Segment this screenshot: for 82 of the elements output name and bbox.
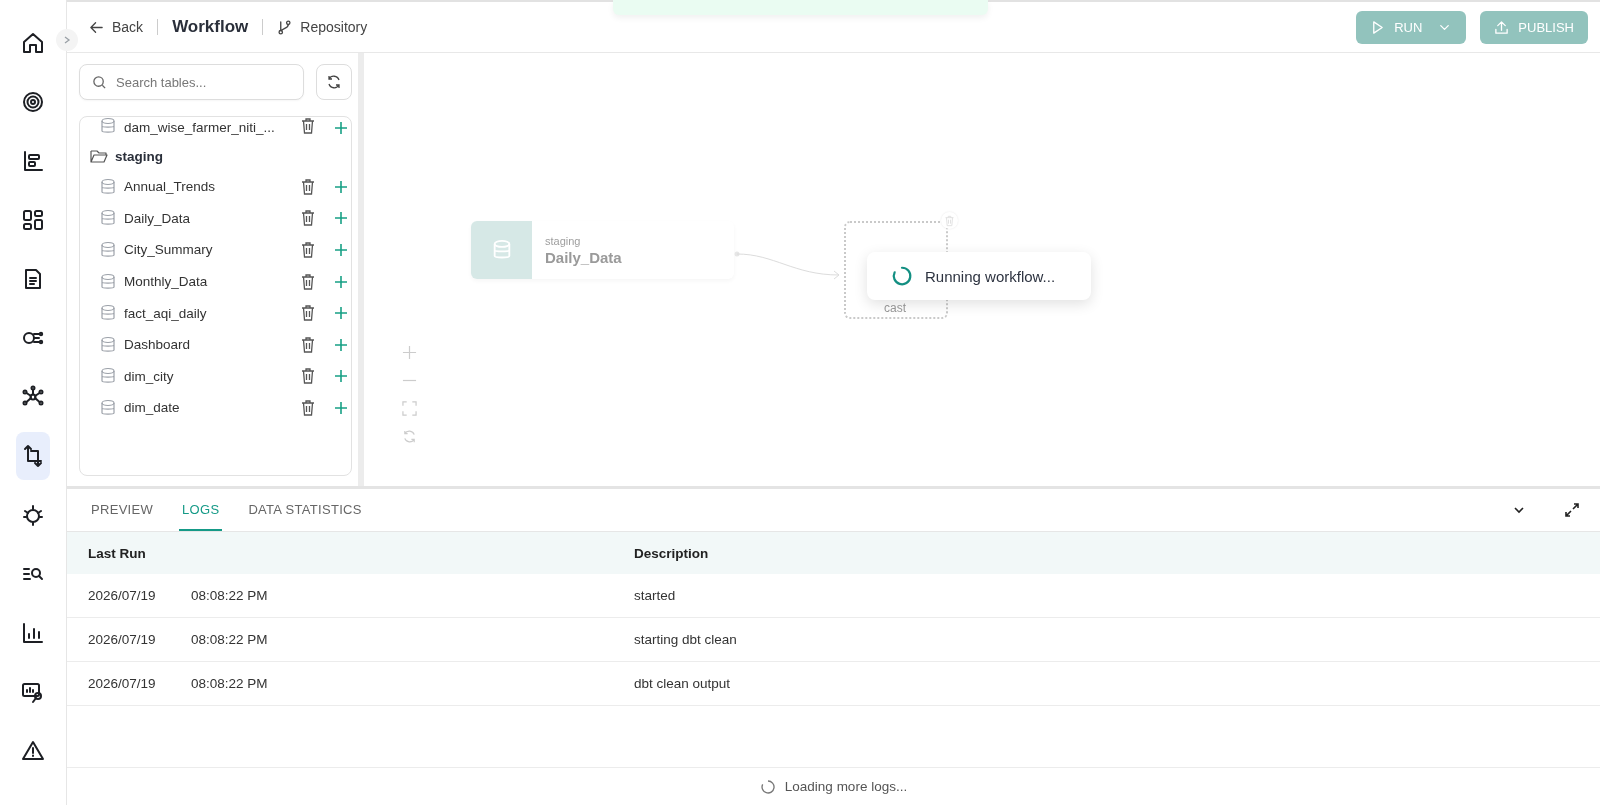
- table-name[interactable]: Dashboard: [124, 337, 292, 353]
- search-icon: [92, 75, 107, 90]
- branch-icon: [277, 19, 293, 35]
- sidebar-item[interactable]: [16, 432, 50, 480]
- database-icon: [100, 335, 116, 354]
- trash-icon[interactable]: [300, 367, 316, 386]
- add-icon[interactable]: [334, 121, 348, 135]
- home-icon: [21, 31, 45, 55]
- refresh-button[interactable]: [316, 64, 352, 100]
- chart-icon: [21, 621, 45, 645]
- database-icon: [100, 367, 116, 386]
- status-text: Running workflow...: [925, 267, 1056, 285]
- database-icon: [100, 209, 116, 228]
- date-cell-text: 2026/07/19: [88, 632, 157, 647]
- database-icon: [100, 304, 116, 323]
- table-name[interactable]: Monthly_Data: [124, 274, 292, 290]
- add-icon[interactable]: [334, 243, 348, 257]
- folder-name[interactable]: staging: [115, 148, 163, 164]
- back-button[interactable]: Back: [89, 19, 144, 35]
- add-icon[interactable]: [334, 400, 348, 415]
- column-header: Last Run: [88, 545, 147, 561]
- repository-link[interactable]: Repository: [277, 19, 368, 35]
- tab[interactable]: PREVIEW: [88, 489, 157, 531]
- page-title: Workflow: [172, 17, 249, 37]
- time-cell: 08:08:22 PM: [191, 632, 268, 647]
- trash-icon[interactable]: [300, 272, 316, 291]
- time-cell: 08:08:22 PM: [191, 588, 268, 603]
- trash-icon[interactable]: [300, 209, 316, 228]
- database-icon: [100, 398, 116, 417]
- spinner-icon: [759, 778, 776, 795]
- add-icon[interactable]: [334, 211, 348, 226]
- database-icon: [100, 117, 116, 135]
- description-cell: started: [634, 588, 676, 603]
- trash-icon[interactable]: [300, 335, 316, 354]
- add-icon[interactable]: [334, 369, 348, 384]
- upload-icon: [1494, 19, 1510, 35]
- trash-icon[interactable]: [300, 304, 316, 323]
- table-name[interactable]: Annual_Trends: [124, 179, 292, 195]
- refresh-icon: [326, 74, 342, 90]
- expand-icon[interactable]: [1564, 502, 1580, 518]
- target-icon: [21, 90, 45, 114]
- transform-icon: [21, 444, 45, 468]
- trash-icon[interactable]: [300, 117, 316, 135]
- database-icon: [100, 241, 116, 259]
- expand-toggle[interactable]: [56, 29, 78, 51]
- add-icon[interactable]: [334, 179, 348, 194]
- table-name[interactable]: dim_date: [124, 400, 292, 416]
- date-cell-text: 2026/07/19: [88, 588, 157, 603]
- trash-icon[interactable]: [300, 177, 316, 196]
- node-label: cast: [884, 301, 906, 315]
- bars-icon: [21, 149, 45, 173]
- description-cell: starting dbt clean: [634, 632, 737, 647]
- monitor-search-icon: [21, 680, 45, 704]
- table-name[interactable]: Daily_Data: [124, 210, 292, 226]
- trash-icon[interactable]: [300, 398, 316, 417]
- add-icon[interactable]: [334, 337, 348, 352]
- grid-icon: [21, 208, 45, 232]
- table-name[interactable]: City_Summary: [124, 242, 292, 258]
- node-schema: staging: [545, 234, 582, 247]
- database-icon: [100, 177, 116, 196]
- warning-icon: [21, 739, 45, 763]
- database-icon: [491, 239, 512, 261]
- tab[interactable]: DATA STATISTICS: [245, 489, 365, 531]
- add-icon[interactable]: [334, 274, 348, 289]
- table-name[interactable]: dim_city: [124, 368, 292, 384]
- spinner-icon: [891, 265, 913, 287]
- trash-icon[interactable]: [300, 241, 316, 259]
- column-header: Description: [634, 545, 709, 561]
- date-cell-text: 2026/07/19: [88, 676, 157, 691]
- node-name: Daily_Data: [545, 248, 622, 266]
- table-name[interactable]: fact_aqi_daily: [124, 305, 292, 321]
- table-name[interactable]: dam_wise_farmer_niti_...: [124, 120, 292, 135]
- database-icon: [100, 272, 116, 291]
- time-cell: 08:08:22 PM: [191, 676, 268, 691]
- search-field[interactable]: Search tables...: [79, 64, 304, 100]
- add-icon[interactable]: [334, 306, 348, 321]
- arrow-left-icon: [89, 19, 104, 35]
- loading-text: Loading more logs...: [784, 779, 908, 794]
- description-cell: dbt clean output: [634, 676, 731, 691]
- chevron-icon: [62, 35, 72, 45]
- play-icon: [1370, 19, 1386, 35]
- folder-icon: [90, 148, 108, 164]
